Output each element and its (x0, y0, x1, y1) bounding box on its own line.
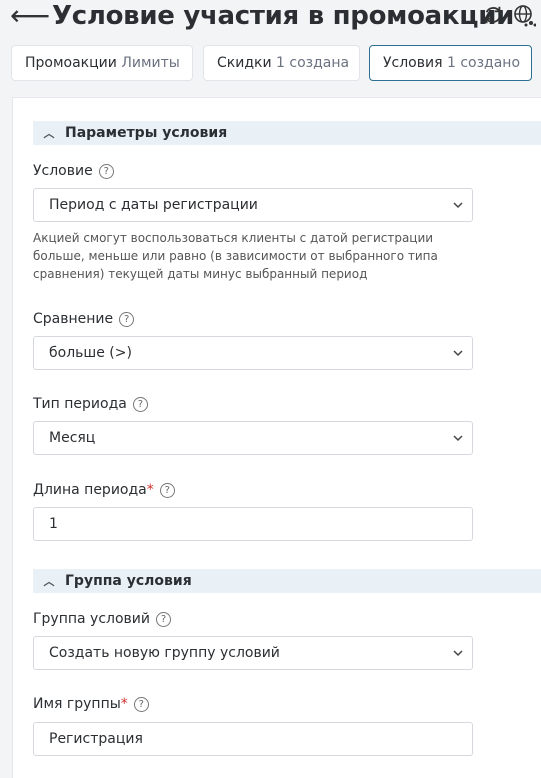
chevron-down-icon (453, 650, 463, 657)
tab-count: 1 создана (276, 55, 350, 71)
condition-group-value: Создать новую группу условий (49, 645, 280, 661)
group-name-value: Регистрация (49, 731, 143, 747)
period-length-value: 1 (49, 516, 58, 532)
period-type-select[interactable]: Месяц (33, 421, 473, 455)
back-arrow-icon[interactable]: ⟵ (10, 2, 50, 30)
chevron-down-icon (453, 350, 463, 357)
help-icon[interactable]: ? (156, 612, 171, 627)
condition-select[interactable]: Период с даты регистрации (33, 188, 473, 222)
section-title: Параметры условия (65, 125, 228, 141)
section-title: Группа условия (65, 573, 192, 589)
globe-network-icon[interactable] (512, 3, 536, 27)
page-header: ⟵ Условие участия в промоакции (0, 0, 541, 34)
condition-value: Период с даты регистрации (49, 197, 258, 213)
comparison-label: Сравнение? (33, 311, 135, 327)
page-title: Условие участия в промоакции (52, 1, 515, 31)
condition-group-label: Группа условий? (33, 611, 171, 627)
help-icon[interactable]: ? (119, 312, 135, 327)
period-type-value: Месяц (49, 430, 96, 446)
tab-label: Промоакции (25, 55, 117, 71)
help-icon[interactable]: ? (133, 697, 149, 712)
chevron-down-icon (453, 202, 463, 209)
condition-label: Условие? (33, 163, 114, 179)
tab-conditions[interactable]: Условия 1 создано (369, 45, 532, 81)
period-length-label: Длина периода*? (33, 482, 175, 498)
section-header-params[interactable]: ︿ Параметры условия (33, 121, 541, 145)
tab-count: Лимиты (121, 55, 180, 71)
help-icon[interactable]: ? (159, 483, 175, 498)
help-icon[interactable]: ? (132, 397, 148, 412)
refresh-icon[interactable] (482, 4, 504, 26)
group-name-input[interactable]: Регистрация (33, 722, 473, 756)
tab-count: 1 создано (446, 55, 521, 71)
tab-label: Скидки (217, 55, 272, 71)
chevron-down-icon (453, 435, 463, 442)
period-length-input[interactable]: 1 (33, 507, 473, 541)
comparison-value: больше (>) (49, 345, 132, 361)
period-type-label: Тип периода? (33, 396, 148, 412)
help-icon[interactable]: ? (98, 164, 114, 179)
group-name-label: Имя группы*? (33, 696, 149, 712)
condition-group-select[interactable]: Создать новую группу условий (33, 636, 473, 670)
tab-label: Условия (383, 55, 443, 71)
required-mark: * (120, 696, 128, 712)
chevron-up-icon: ︿ (43, 127, 55, 140)
required-mark: * (146, 482, 154, 498)
tab-promotions[interactable]: Промоакции Лимиты (11, 45, 193, 81)
section-header-group[interactable]: ︿ Группа условия (33, 569, 541, 593)
chevron-up-icon: ︿ (43, 575, 55, 588)
condition-hint: Акцией смогут воспользоваться клиенты с … (33, 231, 438, 281)
tab-discounts[interactable]: Скидки 1 создана (203, 45, 360, 81)
comparison-select[interactable]: больше (>) (33, 336, 473, 370)
